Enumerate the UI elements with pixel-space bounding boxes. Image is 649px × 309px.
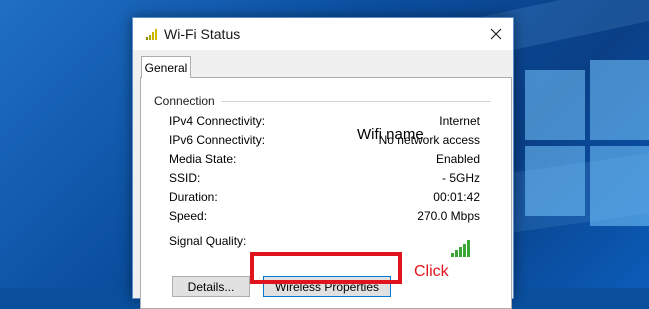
ipv6-label: IPv6 Connectivity: xyxy=(169,133,266,147)
highlight-box xyxy=(250,252,402,284)
logo-pane xyxy=(590,60,649,140)
title-bar[interactable]: Wi-Fi Status xyxy=(133,18,513,50)
logo-pane xyxy=(525,70,585,140)
duration-value: 00:01:42 xyxy=(433,190,480,204)
signal-quality-label: Signal Quality: xyxy=(169,234,247,248)
media-state-label: Media State: xyxy=(169,152,237,166)
ssid-annotation: Wifi name xyxy=(357,126,424,143)
ipv4-value: Internet xyxy=(439,114,480,128)
duration-label: Duration: xyxy=(169,190,218,204)
ssid-value: - 5GHz xyxy=(441,171,480,185)
window-title: Wi-Fi Status xyxy=(164,26,241,42)
click-annotation: Click xyxy=(414,263,449,280)
speed-value: 270.0 Mbps xyxy=(417,209,480,223)
close-button[interactable] xyxy=(479,18,513,50)
media-state-value: Enabled xyxy=(435,152,480,166)
group-divider xyxy=(221,101,491,102)
ssid-label: SSID: xyxy=(169,171,201,185)
signal-bars-icon xyxy=(451,240,470,257)
windows-logo xyxy=(520,60,649,288)
connection-group-label: Connection xyxy=(154,94,221,108)
details-button[interactable]: Details... xyxy=(172,276,250,297)
wifi-signal-icon xyxy=(146,29,157,40)
ipv4-label: IPv4 Connectivity: xyxy=(169,114,266,128)
tab-general[interactable]: General xyxy=(141,56,191,78)
speed-label: Speed: xyxy=(169,209,208,223)
logo-pane xyxy=(590,146,649,226)
logo-pane xyxy=(525,146,585,216)
close-icon xyxy=(490,28,502,40)
